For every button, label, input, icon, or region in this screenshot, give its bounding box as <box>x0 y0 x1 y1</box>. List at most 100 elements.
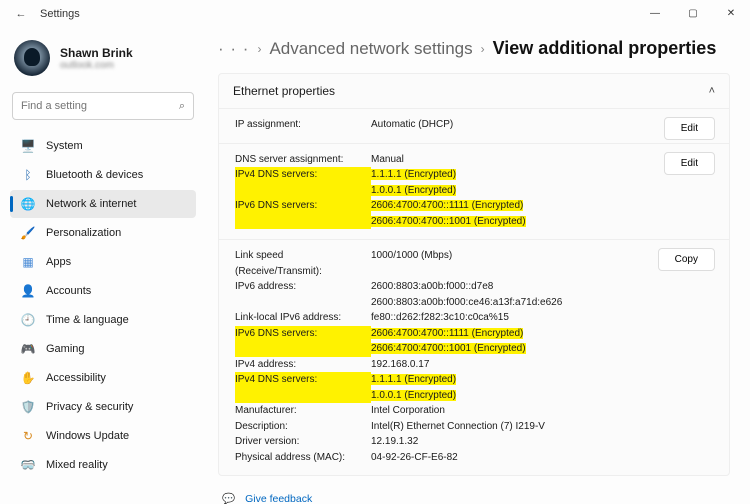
property-row: IP assignment:Automatic (DHCP) <box>235 117 713 133</box>
sidebar-item-privacy-security[interactable]: 🛡️ Privacy & security <box>10 393 196 421</box>
property-label <box>235 341 371 357</box>
search-input[interactable] <box>21 100 179 112</box>
sidebar-item-gaming[interactable]: 🎮Gaming <box>10 335 196 363</box>
sidebar-item-mixed-reality[interactable]: 🥽Mixed reality <box>10 451 196 479</box>
close-button[interactable]: ✕ <box>712 0 750 28</box>
nav-icon: ↻ <box>20 428 36 444</box>
breadcrumb-more[interactable]: · · · <box>218 39 249 59</box>
property-value: 192.168.0.17 <box>371 357 713 373</box>
sidebar-item-label: System <box>46 140 83 152</box>
chevron-up-icon: ˄ <box>709 85 715 97</box>
user-email: outlook.com <box>60 60 133 71</box>
sidebar-item-time-language[interactable]: 🕘 Time & language <box>10 306 196 334</box>
sidebar-item-personalization[interactable]: 🖌️ Personalization <box>10 219 196 247</box>
property-label: DNS server assignment: <box>235 152 371 168</box>
property-label: IP assignment: <box>235 117 371 133</box>
property-label <box>235 214 371 230</box>
nav-icon: 🖥️ <box>20 138 36 154</box>
property-row: IPv4 DNS servers:1.1.1.1 (Encrypted) <box>235 167 713 183</box>
maximize-button[interactable]: ▢ <box>674 0 712 28</box>
sidebar: Shawn Brink outlook.com ⌕ 🖥️ System ᛒBluet… <box>0 28 204 504</box>
property-row: DNS server assignment:Manual <box>235 152 713 168</box>
property-row: IPv6 DNS servers:2606:4700:4700::1111 (E… <box>235 326 713 342</box>
card-title: Ethernet properties <box>233 84 335 98</box>
property-label: IPv6 DNS servers: <box>235 326 371 342</box>
property-section: EditDNS server assignment:ManualIPv4 DNS… <box>219 143 729 240</box>
property-label: IPv4 DNS servers: <box>235 167 371 183</box>
nav-icon: ▦ <box>20 254 36 270</box>
sidebar-item-bluetooth-devices[interactable]: ᛒBluetooth & devices <box>10 161 196 189</box>
sidebar-item-network-internet[interactable]: 🌐 Network & internet <box>10 190 196 218</box>
search-box[interactable]: ⌕ <box>12 92 194 120</box>
sidebar-item-system[interactable]: 🖥️ System <box>10 132 196 160</box>
property-value: Manual <box>371 152 713 168</box>
breadcrumb-parent[interactable]: Advanced network settings <box>269 39 472 59</box>
property-row: IPv4 DNS servers:1.1.1.1 (Encrypted) <box>235 372 713 388</box>
sidebar-item-label: Privacy & security <box>46 401 133 413</box>
property-value: Automatic (DHCP) <box>371 117 713 133</box>
property-value: 04-92-26-CF-E6-82 <box>371 450 713 466</box>
property-row: IPv4 address:192.168.0.17 <box>235 357 713 373</box>
user-account-button[interactable]: Shawn Brink outlook.com <box>10 36 204 86</box>
property-value: 2606:4700:4700::1001 (Encrypted) <box>371 214 713 230</box>
feedback-row: 💬 Give feedback <box>218 482 730 504</box>
nav-icon: 🕘 <box>20 312 36 328</box>
edit-button[interactable]: Edit <box>664 152 715 175</box>
breadcrumb: · · · › Advanced network settings › View… <box>218 32 730 73</box>
property-row: 1.0.0.1 (Encrypted) <box>235 183 713 199</box>
avatar <box>14 40 50 76</box>
property-value: 1.1.1.1 (Encrypted) <box>371 167 713 183</box>
copy-button[interactable]: Copy <box>658 248 715 271</box>
nav-icon: 🛡️ <box>20 399 36 415</box>
property-label: Link-local IPv6 address: <box>235 310 371 326</box>
property-value: fe80::d262:f282:3c10:c0ca%15 <box>371 310 713 326</box>
nav-icon: ✋ <box>20 370 36 386</box>
sidebar-item-label: Network & internet <box>46 198 136 210</box>
property-row: IPv6 DNS servers:2606:4700:4700::1111 (E… <box>235 198 713 214</box>
property-value: 2606:4700:4700::1111 (Encrypted) <box>371 326 713 342</box>
sidebar-item-label: Time & language <box>46 314 129 326</box>
nav-icon: 🌐 <box>20 196 36 212</box>
property-row: Manufacturer:Intel Corporation <box>235 403 713 419</box>
property-label: IPv6 address: <box>235 279 371 295</box>
feedback-icon: 💬 <box>222 492 235 504</box>
property-row: 2606:4700:4700::1001 (Encrypted) <box>235 214 713 230</box>
property-section: EditIP assignment:Automatic (DHCP) <box>219 109 729 143</box>
property-label <box>235 295 371 311</box>
property-label: Physical address (MAC): <box>235 450 371 466</box>
search-icon: ⌕ <box>179 100 185 113</box>
property-label: Manufacturer: <box>235 403 371 419</box>
property-label: Driver version: <box>235 434 371 450</box>
nav-icon: 👤 <box>20 283 36 299</box>
property-value: 1.0.0.1 (Encrypted) <box>371 388 713 404</box>
minimize-button[interactable]: — <box>636 0 674 28</box>
ethernet-properties-card: Ethernet properties ˄ EditIP assignment:… <box>218 73 730 476</box>
property-row: 2606:4700:4700::1001 (Encrypted) <box>235 341 713 357</box>
sidebar-item-accessibility[interactable]: ✋ Accessibility <box>10 364 196 392</box>
card-header[interactable]: Ethernet properties ˄ <box>219 74 729 108</box>
property-row: 2600:8803:a00b:f000:ce46:a13f:a71d:e626 <box>235 295 713 311</box>
property-label: Description: <box>235 419 371 435</box>
property-value: 1.0.0.1 (Encrypted) <box>371 183 713 199</box>
give-feedback-link[interactable]: Give feedback <box>245 493 312 504</box>
property-value: 2606:4700:4700::1001 (Encrypted) <box>371 341 713 357</box>
back-button[interactable]: ← <box>12 8 30 20</box>
nav-icon: 🖌️ <box>20 225 36 241</box>
sidebar-item-label: Accessibility <box>46 372 106 384</box>
property-value: 1.1.1.1 (Encrypted) <box>371 372 713 388</box>
sidebar-item-accounts[interactable]: 👤Accounts <box>10 277 196 305</box>
sidebar-item-label: Personalization <box>46 227 121 239</box>
content: · · · › Advanced network settings › View… <box>204 28 750 504</box>
nav-icon: ᛒ <box>20 167 36 183</box>
property-label: IPv4 address: <box>235 357 371 373</box>
property-value: 2600:8803:a00b:f000::d7e8 <box>371 279 713 295</box>
property-value: 2600:8803:a00b:f000:ce46:a13f:a71d:e626 <box>371 295 713 311</box>
sidebar-item-apps[interactable]: ▦Apps <box>10 248 196 276</box>
chevron-right-icon: › <box>257 42 261 56</box>
user-name: Shawn Brink <box>60 46 133 60</box>
sidebar-item-windows-update[interactable]: ↻Windows Update <box>10 422 196 450</box>
property-row: Physical address (MAC):04-92-26-CF-E6-82 <box>235 450 713 466</box>
property-label: Link speed (Receive/Transmit): <box>235 248 371 279</box>
edit-button[interactable]: Edit <box>664 117 715 140</box>
property-label: IPv6 DNS servers: <box>235 198 371 214</box>
